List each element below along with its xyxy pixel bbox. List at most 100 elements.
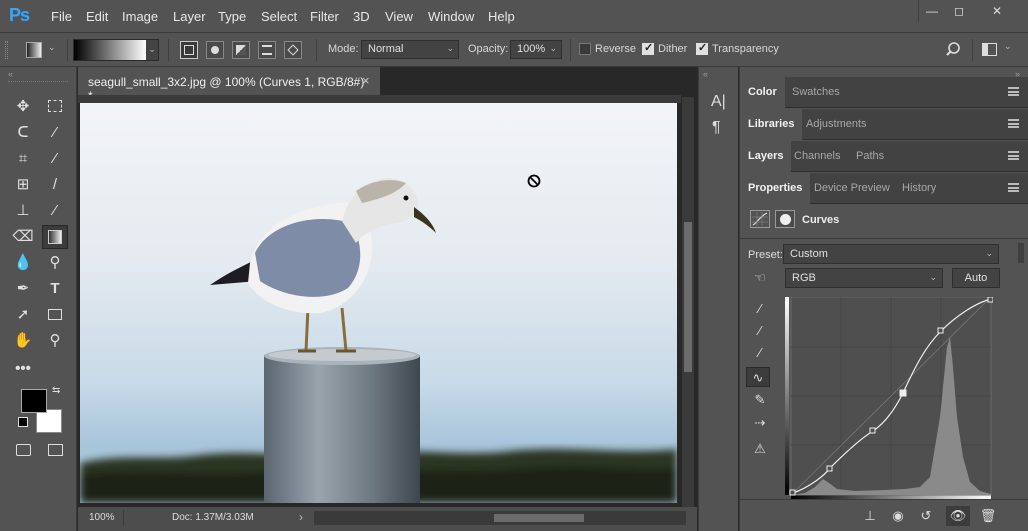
panel-menu-icon[interactable] <box>1008 87 1019 96</box>
search-icon[interactable] <box>946 41 964 59</box>
tab-libraries[interactable]: Libraries <box>740 109 803 140</box>
close-tab-icon[interactable]: × <box>362 73 370 88</box>
character-panel-icon[interactable]: A| <box>711 93 726 111</box>
history-brush-tool-icon[interactable]: ⁄ <box>42 199 68 223</box>
menu-select[interactable]: Select <box>261 9 297 24</box>
angle-gradient-button[interactable] <box>232 41 250 59</box>
gradient-picker[interactable]: ⌄ <box>73 39 159 61</box>
swap-colors-icon[interactable]: ⇆ <box>52 385 60 396</box>
status-menu-arrow[interactable]: › <box>299 510 303 524</box>
tab-device-preview[interactable]: Device Preview <box>806 173 898 204</box>
auto-button[interactable]: Auto <box>952 268 1000 288</box>
transparency-checkbox[interactable] <box>696 41 708 55</box>
hand-tool-icon[interactable]: ✋ <box>10 329 36 353</box>
tab-channels[interactable]: Channels <box>786 141 848 172</box>
crop-tool-icon[interactable]: ⌗ <box>10 147 36 171</box>
tab-history[interactable]: History <box>894 173 944 204</box>
pencil-draw-icon[interactable]: ✎ <box>748 390 772 410</box>
path-selection-tool-icon[interactable]: ➚ <box>10 303 36 327</box>
gray-point-eyedropper-icon[interactable]: ⁄ <box>748 321 772 341</box>
minimize-button[interactable]: — <box>920 4 944 20</box>
radial-gradient-button[interactable] <box>206 41 224 59</box>
pen-tool-icon[interactable]: ✒ <box>10 277 36 301</box>
restore-button[interactable]: ◻ <box>947 4 971 20</box>
panel-menu-icon[interactable] <box>1008 119 1019 128</box>
horizontal-scrollbar[interactable] <box>314 511 686 525</box>
menu-type[interactable]: Type <box>218 9 246 24</box>
eyedropper-tool-icon[interactable]: ⁄ <box>42 147 68 171</box>
canvas[interactable] <box>80 103 677 503</box>
marquee-tool-icon[interactable] <box>42 95 68 119</box>
menu-file[interactable]: File <box>51 9 72 24</box>
lasso-tool-icon[interactable]: ᑕ <box>10 121 36 145</box>
move-tool-icon[interactable]: ✥ <box>10 95 36 119</box>
panel-menu-icon[interactable] <box>1008 151 1019 160</box>
tool-preset-picker[interactable]: ⌄ <box>22 40 62 60</box>
mode-dropdown[interactable]: Normal ⌄ <box>361 40 459 59</box>
collapse-icon[interactable]: « <box>703 69 708 79</box>
more-tools-icon[interactable]: ••• <box>10 357 36 381</box>
tab-paths[interactable]: Paths <box>848 141 892 172</box>
menu-window[interactable]: Window <box>428 9 474 24</box>
smooth-curve-icon[interactable]: ⇢ <box>748 413 772 433</box>
gradient-tool-icon[interactable] <box>42 225 68 249</box>
reset-icon[interactable]: ↺ <box>914 506 938 526</box>
tab-properties[interactable]: Properties <box>740 173 811 204</box>
channel-dropdown[interactable]: RGB ⌄ <box>785 268 943 288</box>
collapse-icon[interactable]: « <box>8 69 13 79</box>
diamond-gradient-button[interactable] <box>284 41 302 59</box>
tab-color[interactable]: Color <box>740 77 785 108</box>
menu-image[interactable]: Image <box>122 9 158 24</box>
dither-checkbox[interactable] <box>642 41 654 55</box>
menu-edit[interactable]: Edit <box>86 9 108 24</box>
curve-points-tool-icon[interactable]: ∿ <box>746 367 770 387</box>
clip-to-layer-icon[interactable]: ⊥ <box>858 506 882 526</box>
visibility-eye-icon[interactable]: 👁 <box>946 506 970 526</box>
black-point-eyedropper-icon[interactable]: ⁄ <box>748 299 772 319</box>
zoom-tool-icon[interactable]: ⚲ <box>42 329 68 353</box>
reverse-checkbox[interactable] <box>579 43 591 55</box>
panel-menu-icon[interactable] <box>1008 183 1019 192</box>
workspace-switcher[interactable]: ⌄ <box>982 41 1016 59</box>
panel-scrollbar[interactable] <box>1018 243 1024 263</box>
vertical-scrollbar[interactable] <box>682 97 694 507</box>
paragraph-panel-icon[interactable]: ¶ <box>712 119 721 137</box>
layer-mask-icon[interactable] <box>775 210 795 228</box>
zoom-level[interactable]: 100% <box>89 512 115 523</box>
linear-gradient-button[interactable] <box>180 41 198 59</box>
magic-wand-tool-icon[interactable]: ⁄ <box>42 121 68 145</box>
default-colors-icon[interactable] <box>18 417 28 427</box>
opacity-field[interactable]: 100% ⌄ <box>510 40 562 59</box>
reflected-gradient-button[interactable] <box>258 41 276 59</box>
horizontal-scroll-thumb[interactable] <box>494 514 584 522</box>
document-tab[interactable]: seagull_small_3x2.jpg @ 100% (Curves 1, … <box>78 67 380 103</box>
white-point-eyedropper-icon[interactable]: ⁄ <box>748 343 772 363</box>
rectangle-tool-icon[interactable] <box>42 303 68 327</box>
tab-swatches[interactable]: Swatches <box>784 77 848 108</box>
clone-stamp-tool-icon[interactable]: ⊥ <box>10 199 36 223</box>
view-previous-state-icon[interactable]: ◉ <box>886 506 910 526</box>
curves-graph[interactable] <box>785 296 994 499</box>
menu-layer[interactable]: Layer <box>173 9 206 24</box>
preset-dropdown[interactable]: Custom ⌄ <box>783 244 999 264</box>
tab-adjustments[interactable]: Adjustments <box>798 109 875 140</box>
healing-brush-tool-icon[interactable]: ⊞ <box>10 173 36 197</box>
menu-help[interactable]: Help <box>488 9 515 24</box>
vertical-scroll-thumb[interactable] <box>684 222 692 372</box>
screen-mode-icon[interactable] <box>42 439 68 463</box>
blur-tool-icon[interactable]: 💧 <box>10 251 36 275</box>
close-window-button[interactable]: ✕ <box>985 4 1009 20</box>
menu-filter[interactable]: Filter <box>310 9 339 24</box>
clipping-warning-icon[interactable]: ⚠ <box>748 439 772 459</box>
quick-mask-icon[interactable] <box>10 439 36 463</box>
foreground-color-swatch[interactable] <box>21 389 47 413</box>
brush-tool-icon[interactable]: / <box>42 173 68 197</box>
delete-trash-icon[interactable]: 🗑 <box>976 506 1000 526</box>
eraser-tool-icon[interactable]: ⌫ <box>10 225 36 249</box>
dodge-tool-icon[interactable]: ⚲ <box>42 251 68 275</box>
menu-3d[interactable]: 3D <box>353 9 370 24</box>
menu-view[interactable]: View <box>385 9 413 24</box>
tab-layers[interactable]: Layers <box>740 141 792 172</box>
on-image-adjust-icon[interactable]: ☜ <box>748 268 772 288</box>
type-tool-icon[interactable]: T <box>42 277 68 301</box>
